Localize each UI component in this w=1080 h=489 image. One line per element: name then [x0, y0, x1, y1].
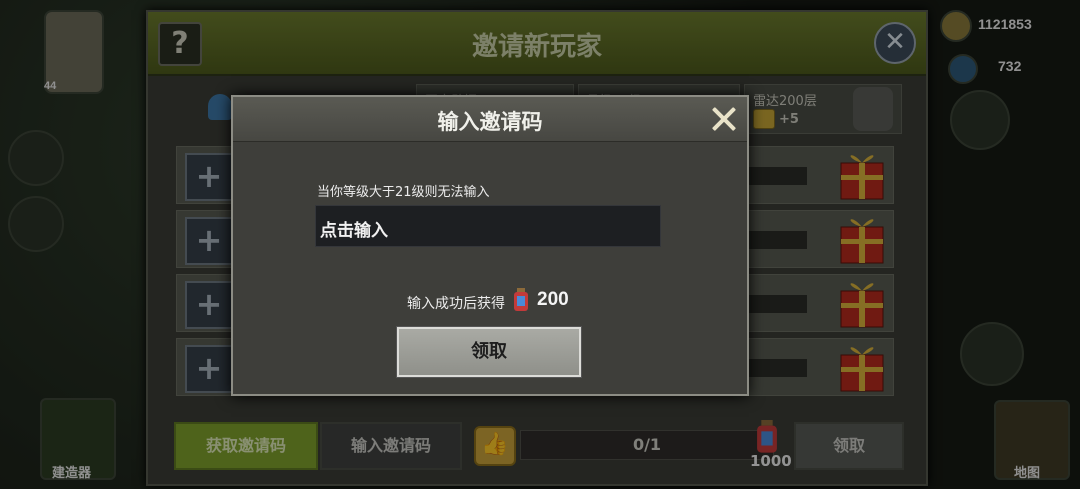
potion-icon: [514, 288, 528, 311]
invite-code-input[interactable]: 点击输入: [315, 205, 661, 247]
close-icon[interactable]: [707, 101, 743, 137]
input-invite-code-dialog: 输入邀请码 当你等级大于21级则无法输入 点击输入 输入成功后获得 200 领取: [231, 95, 749, 396]
dialog-header: 输入邀请码: [233, 97, 747, 142]
level-restriction-note: 当你等级大于21级则无法输入: [317, 185, 490, 200]
dialog-title: 输入邀请码: [437, 110, 543, 134]
reward-amount: 200: [537, 289, 569, 310]
claim-button[interactable]: 领取: [396, 326, 582, 378]
reward-description: 输入成功后获得: [407, 296, 505, 312]
invite-code-placeholder: 点击输入: [320, 221, 388, 241]
